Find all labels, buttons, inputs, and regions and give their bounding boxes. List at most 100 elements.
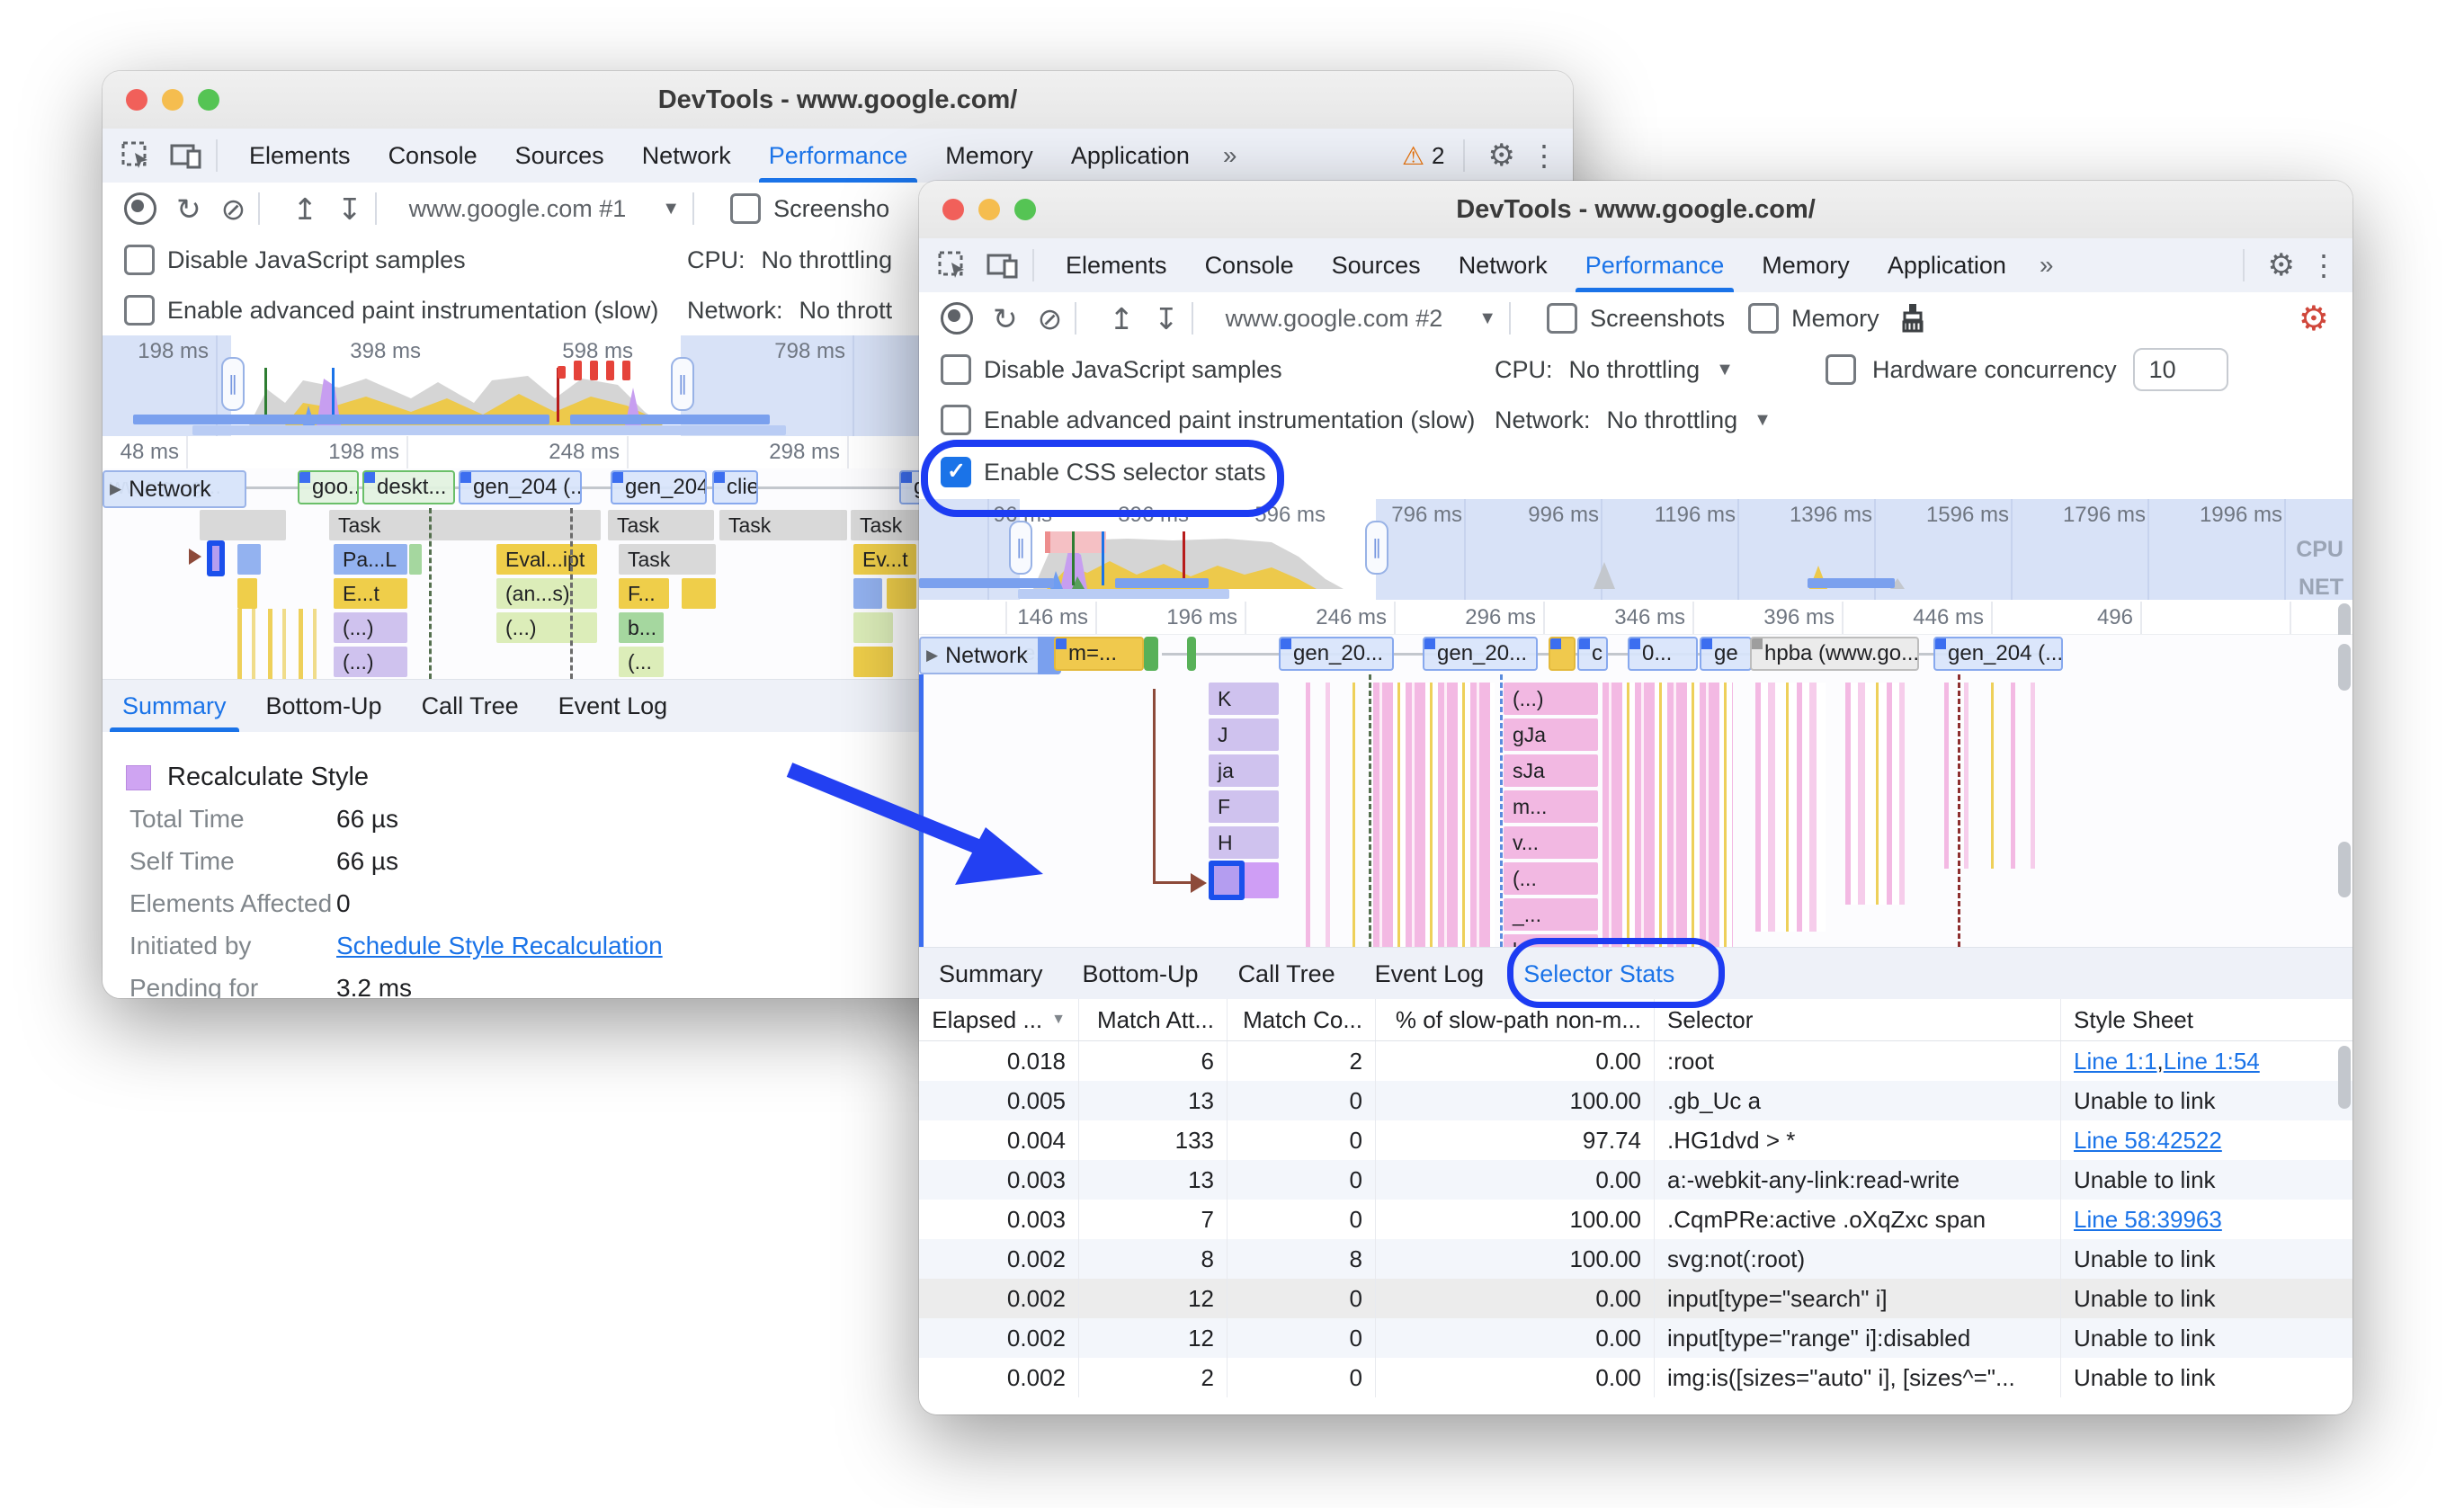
flame-block[interactable]: (...) <box>334 612 407 643</box>
stylesheet-link[interactable]: Line 1:54 <box>2164 1048 2260 1075</box>
bottom-tab-selector-stats[interactable]: Selector Stats <box>1504 948 1694 1000</box>
bottom-tab-call-tree[interactable]: Call Tree <box>1219 948 1355 1000</box>
checkbox[interactable] <box>941 354 971 385</box>
column-header-style-sheet[interactable]: Style Sheet <box>2061 999 2352 1040</box>
selection-handle-right[interactable]: ∥ <box>1365 521 1388 575</box>
flame-block[interactable]: v... <box>1504 826 1598 859</box>
stylesheet-link[interactable]: Line 58:42522 <box>2074 1127 2222 1155</box>
flame-block[interactable] <box>409 544 422 575</box>
bottom-tab-event-log[interactable]: Event Log <box>1355 948 1504 1000</box>
scrollbar-thumb[interactable] <box>2338 644 2351 691</box>
network-request-pill[interactable]: ge <box>1700 637 1752 671</box>
tab-memory[interactable]: Memory <box>1743 238 1869 292</box>
table-row[interactable]: 0.003 13 0 0.00 a:-webkit-any-link:read-writ… <box>919 1160 2352 1200</box>
table-row[interactable]: 0.002 8 8 100.00 svg:not(:root) Unable to lin… <box>919 1239 2352 1279</box>
flame-block[interactable]: Pa...L <box>334 544 407 575</box>
column-header-elapsed[interactable]: Elapsed ... ▼ <box>919 999 1079 1040</box>
initiator-link[interactable]: Schedule Style Recalculation <box>336 932 663 959</box>
flame-block[interactable] <box>237 578 257 609</box>
scrollbar-thumb[interactable] <box>2338 1046 2351 1109</box>
bottom-tab-summary[interactable]: Summary <box>103 680 246 732</box>
settings-gear-icon[interactable]: ⚙ <box>2257 247 2306 283</box>
flame-block[interactable]: E...t <box>334 578 407 609</box>
flame-block[interactable] <box>200 510 286 540</box>
network-request-pill[interactable]: gen_20... <box>1279 637 1394 671</box>
settings-gear-alert-icon[interactable]: ⚙ <box>2288 299 2340 339</box>
flame-block[interactable]: F... <box>619 578 669 609</box>
checkbox[interactable] <box>941 405 971 435</box>
table-row[interactable]: 0.018 6 2 0.00:root Line 1:1 , Line 1:54 <box>919 1041 2352 1081</box>
more-tabs-icon[interactable]: » <box>2025 251 2068 280</box>
selected-event[interactable] <box>207 540 225 576</box>
flame-block[interactable]: (... <box>1504 862 1598 895</box>
flame-block[interactable] <box>853 647 893 677</box>
flame-block[interactable] <box>853 612 893 643</box>
network-request-pill[interactable] <box>1549 637 1576 671</box>
checkbox[interactable] <box>124 245 155 275</box>
settings-gear-icon[interactable]: ⚙ <box>1478 138 1526 174</box>
flame-block[interactable]: K <box>1209 683 1279 715</box>
flame-block[interactable]: J <box>1209 718 1279 751</box>
checkbox[interactable] <box>1826 354 1856 385</box>
network-request-pill[interactable]: deskt... <box>362 470 455 504</box>
timeline-overview[interactable]: 96 ms 396 ms 596 ms 796 ms 996 ms 1196 ms 1396… <box>919 499 2352 600</box>
paint-instrumentation-checkbox[interactable]: Enable advanced paint instrumentation (s… <box>124 295 658 326</box>
table-row[interactable]: 0.005 13 0 100.00 .gb_Uc a Unable to link <box>919 1081 2352 1120</box>
device-toolbar-icon[interactable] <box>169 138 203 173</box>
flame-block[interactable]: Eval...ipt <box>496 544 597 575</box>
network-throttle-select[interactable]: Network: No throttling ▼ <box>1495 406 1772 434</box>
tab-network[interactable]: Network <box>623 129 750 183</box>
recording-select[interactable]: www.google.com #1 ▼ <box>409 195 680 223</box>
selection-handle-left[interactable]: ∥ <box>221 357 245 411</box>
selection-handle-right[interactable]: ∥ <box>671 357 694 411</box>
stylesheet-link[interactable]: Line 1:1 <box>2074 1048 2157 1075</box>
flame-block[interactable]: gJa <box>1504 718 1598 751</box>
upload-profile-icon[interactable]: ↥ <box>1109 304 1134 334</box>
zoom-button[interactable] <box>1014 199 1036 220</box>
flame-block[interactable]: (...) <box>496 612 597 643</box>
network-track-header[interactable]: ▶ Network <box>103 470 246 508</box>
flame-block[interactable]: b... <box>619 612 664 643</box>
minimize-button[interactable] <box>978 199 1000 220</box>
flame-block[interactable] <box>682 578 716 609</box>
tab-elements[interactable]: Elements <box>230 129 370 183</box>
flame-block[interactable]: (...) <box>1504 683 1598 715</box>
flame-block[interactable] <box>887 578 916 609</box>
disable-js-checkbox[interactable]: Disable JavaScript samples <box>941 354 1282 385</box>
table-row[interactable]: 0.003 7 0 100.00 .CqmPRe:active .oXqZxc span… <box>919 1200 2352 1239</box>
network-request-pill[interactable]: gen_204 <box>611 470 707 504</box>
table-row[interactable]: 0.002 12 0 0.00 input[type="search" i] Unable… <box>919 1279 2352 1318</box>
flame-block[interactable]: (...) <box>334 647 407 677</box>
cpu-throttle-select[interactable]: CPU: No throttling ▼ <box>1495 356 1734 384</box>
tab-application[interactable]: Application <box>1869 238 2025 292</box>
minimize-button[interactable] <box>162 89 183 111</box>
flame-block[interactable]: Task <box>619 544 716 575</box>
more-tabs-icon[interactable]: » <box>1209 141 1252 170</box>
flame-block[interactable]: (... <box>619 647 664 677</box>
download-profile-icon[interactable]: ↧ <box>1154 304 1179 334</box>
screenshots-checkbox[interactable]: Screensho <box>730 193 889 224</box>
column-header-match-co[interactable]: Match Co... <box>1228 999 1376 1040</box>
bottom-tab-call-tree[interactable]: Call Tree <box>402 680 539 732</box>
issues-badge[interactable]: ⚠ 2 <box>1402 141 1445 171</box>
screenshots-checkbox[interactable]: Screenshots <box>1547 303 1725 334</box>
checkbox[interactable] <box>1547 303 1578 334</box>
reload-icon[interactable]: ↻ <box>993 304 1018 334</box>
flame-block[interactable]: _... <box>1504 898 1598 931</box>
bottom-tab-bottom-up[interactable]: Bottom-Up <box>1063 948 1219 1000</box>
network-request-pill[interactable]: gen_204 (... <box>1933 637 2063 671</box>
kebab-menu-icon[interactable]: ⋮ <box>1526 138 1573 173</box>
network-request-pill[interactable]: 0... <box>1628 637 1698 671</box>
record-icon[interactable] <box>941 302 973 335</box>
device-toolbar-icon[interactable] <box>986 248 1020 282</box>
flame-block[interactable]: m... <box>1504 790 1598 823</box>
download-profile-icon[interactable]: ↧ <box>337 194 362 224</box>
column-header-selector[interactable]: Selector <box>1655 999 2061 1040</box>
upload-profile-icon[interactable]: ↥ <box>292 194 317 224</box>
checkbox-checked[interactable] <box>941 457 971 487</box>
flame-block[interactable] <box>853 578 882 609</box>
close-button[interactable] <box>942 199 964 220</box>
checkbox[interactable] <box>1748 303 1780 334</box>
tab-performance[interactable]: Performance <box>1567 238 1744 292</box>
clear-icon[interactable]: ⊘ <box>1038 304 1063 334</box>
